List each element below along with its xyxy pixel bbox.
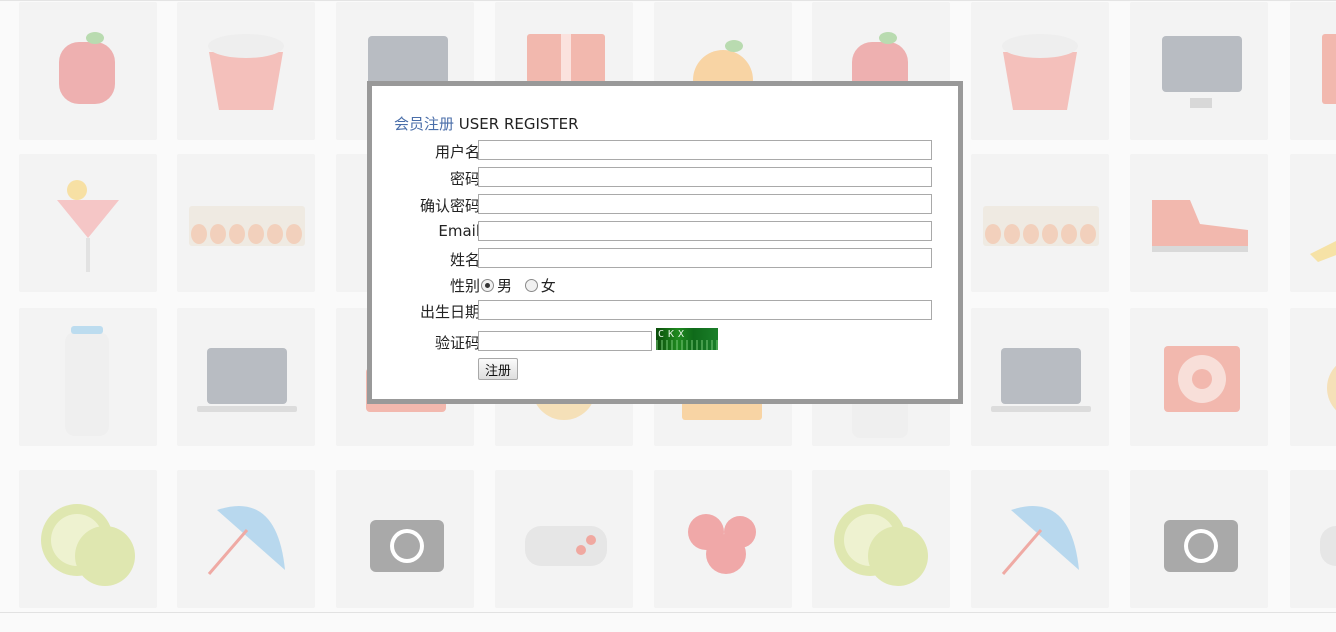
register-button[interactable]: 注册	[478, 358, 519, 380]
gift-icon	[1322, 34, 1336, 104]
background-tile	[971, 154, 1109, 292]
sneaker-icon	[1152, 200, 1248, 252]
gender-male-label[interactable]: 男	[497, 277, 512, 295]
password-input[interactable]	[478, 167, 932, 187]
username-row: 用户名	[372, 140, 958, 162]
milk-bottle-icon	[65, 326, 109, 436]
username-label: 用户名	[434, 143, 480, 161]
top-divider	[0, 0, 1336, 1]
gender-label: 性别	[449, 277, 480, 295]
confirm-password-input[interactable]	[478, 194, 932, 214]
background-tile	[177, 470, 315, 608]
register-dialog: 会员注册 USER REGISTER 用户名 密码 确认密码 Email 姓名 …	[367, 81, 963, 404]
background-tile	[495, 470, 633, 608]
title-en: USER REGISTER	[458, 115, 579, 133]
username-input[interactable]	[478, 140, 932, 160]
email-input[interactable]	[478, 221, 932, 241]
background-tile	[177, 2, 315, 140]
birthdate-label: 出生日期	[419, 303, 480, 321]
background-tile	[19, 2, 157, 140]
captcha-row: 验证码 CKX	[372, 327, 958, 353]
background-tile	[336, 470, 474, 608]
gamepad-icon	[1320, 526, 1336, 566]
umbrella-icon	[207, 506, 285, 575]
kiwi-icon	[834, 504, 928, 586]
background-tile	[19, 154, 157, 292]
apple-icon	[59, 32, 115, 104]
gender-female-label[interactable]: 女	[541, 277, 556, 295]
umbrella-icon	[1001, 506, 1079, 575]
background-tile	[1130, 470, 1268, 608]
cocktail-icon	[57, 180, 119, 272]
kiwi-icon	[41, 504, 135, 586]
background-tile	[1290, 154, 1336, 292]
dialog-title: 会员注册 USER REGISTER	[394, 113, 579, 134]
birthdate-input[interactable]	[478, 300, 932, 320]
pencil-icon	[1310, 241, 1336, 262]
confirm-password-label: 确认密码	[419, 197, 480, 215]
background-tile	[1130, 308, 1268, 446]
background-tile	[19, 470, 157, 608]
background-tile	[1290, 2, 1336, 140]
gender-row: 性别 男 女	[372, 274, 958, 296]
ipod-icon	[1164, 346, 1240, 412]
background-tile	[971, 308, 1109, 446]
camera-icon	[370, 520, 444, 572]
camera-icon	[1164, 520, 1238, 572]
gamepad-icon	[525, 526, 607, 566]
laptop-icon	[991, 348, 1091, 412]
name-row: 姓名	[372, 248, 958, 270]
captcha-image[interactable]: CKX	[656, 328, 718, 350]
background-tile	[971, 2, 1109, 140]
password-row: 密码	[372, 167, 958, 189]
background-tile	[654, 470, 792, 608]
background-tile	[1290, 470, 1336, 608]
gender-radio-group: 男 女	[481, 275, 564, 296]
background-tile	[812, 470, 950, 608]
background-tile	[1130, 154, 1268, 292]
background-tile	[971, 470, 1109, 608]
popcorn-icon	[1002, 34, 1078, 110]
email-row: Email	[372, 221, 958, 243]
eggs-icon	[983, 206, 1099, 246]
monitor-icon	[1162, 36, 1242, 108]
bottom-divider	[0, 612, 1336, 613]
title-cn-link[interactable]: 会员注册	[394, 115, 454, 133]
confirm-password-row: 确认密码	[372, 194, 958, 216]
background-tile	[1130, 2, 1268, 140]
background-tile	[19, 308, 157, 446]
background-tile	[177, 154, 315, 292]
eggs-icon	[189, 206, 305, 246]
name-input[interactable]	[478, 248, 932, 268]
gender-male-radio[interactable]	[481, 279, 494, 292]
birthdate-row: 出生日期	[372, 300, 958, 322]
name-label: 姓名	[449, 251, 480, 269]
gender-female-radio[interactable]	[524, 279, 538, 292]
background-tile	[177, 308, 315, 446]
ball-icon	[1327, 365, 1336, 411]
captcha-label: 验证码	[434, 334, 480, 352]
cherry-icon	[688, 514, 756, 574]
password-label: 密码	[449, 170, 480, 188]
laptop-icon	[197, 348, 297, 412]
captcha-input[interactable]	[478, 331, 652, 351]
background-tile	[1290, 308, 1336, 446]
popcorn-icon	[208, 34, 284, 110]
email-label: Email	[438, 222, 480, 240]
